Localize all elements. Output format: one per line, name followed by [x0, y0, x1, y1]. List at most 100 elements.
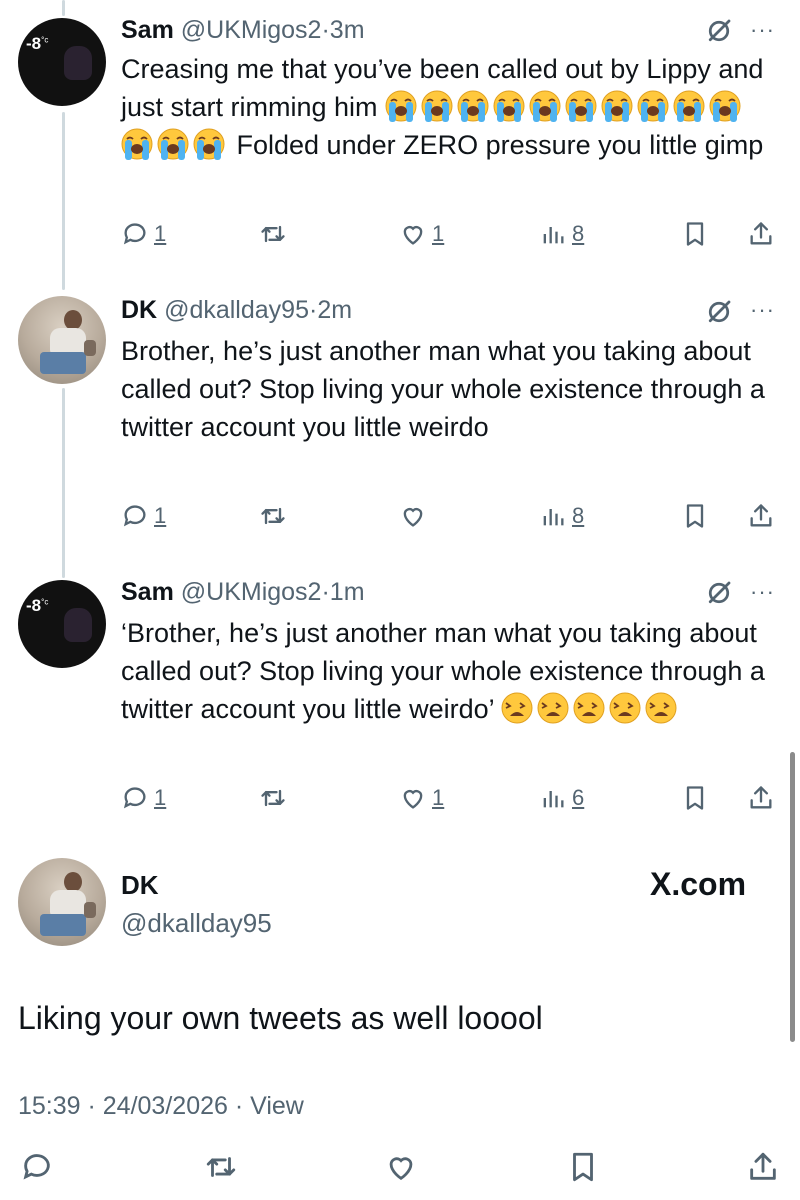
retweet-button[interactable]	[259, 498, 287, 534]
loudly-crying-face-emoji	[709, 90, 741, 122]
views-button[interactable]: 8	[539, 216, 584, 252]
bookmark-button[interactable]	[566, 1150, 600, 1184]
views-icon	[543, 509, 564, 526]
tweet-actions: 1 8	[121, 498, 781, 534]
share-icon	[750, 504, 772, 527]
share-icon	[750, 222, 772, 245]
retweet-button[interactable]	[259, 780, 287, 816]
share-button[interactable]	[747, 216, 775, 252]
loudly-crying-face-emoji	[385, 90, 417, 122]
like-button[interactable]: 1	[399, 216, 444, 252]
display-name[interactable]: Sam	[121, 578, 174, 606]
scrollbar[interactable]	[790, 752, 795, 1042]
timestamp[interactable]: 2m	[317, 296, 352, 324]
grok-icon[interactable]	[704, 578, 734, 608]
avatar[interactable]: -8°c	[18, 580, 106, 668]
loudly-crying-face-emoji	[637, 90, 669, 122]
loudly-crying-face-emoji	[493, 90, 525, 122]
like-button[interactable]	[399, 498, 427, 534]
retweet-icon	[261, 225, 285, 243]
loudly-crying-face-emoji	[421, 90, 453, 122]
avatar[interactable]	[18, 296, 106, 384]
loudly-crying-face-emoji	[565, 90, 597, 122]
views-count: 8	[572, 503, 585, 528]
tweet-header: Sam @UKMigos2·3m	[121, 16, 365, 44]
loudly-crying-face-emoji	[601, 90, 633, 122]
like-count: 1	[432, 221, 445, 246]
reply-icon	[123, 505, 146, 527]
retweet-icon	[206, 1157, 236, 1177]
display-name[interactable]: DK	[121, 870, 159, 901]
tweet-text: Brother, he’s just another man what you …	[121, 336, 765, 442]
grok-icon[interactable]	[704, 16, 734, 46]
avatar[interactable]	[18, 858, 106, 946]
loudly-crying-face-emoji	[157, 128, 189, 160]
retweet-button[interactable]	[259, 216, 287, 252]
weary-face-emoji	[645, 692, 677, 724]
reply-count: 1	[154, 785, 167, 810]
loudly-crying-face-emoji	[529, 90, 561, 122]
retweet-icon	[261, 789, 285, 807]
user-handle[interactable]: @dkallday95	[164, 296, 309, 324]
like-icon	[389, 1157, 413, 1181]
retweet-icon	[261, 507, 285, 525]
more-icon[interactable]: ···	[750, 19, 775, 41]
timestamp[interactable]: 1m	[330, 578, 365, 606]
more-icon[interactable]: ···	[750, 299, 775, 321]
share-icon	[750, 1152, 776, 1180]
tweet-text: Creasing me that you’ve been called out …	[121, 54, 764, 160]
bookmark-button[interactable]	[681, 216, 709, 252]
more-icon[interactable]: ···	[750, 581, 775, 603]
thread-line	[62, 112, 65, 290]
bookmark-icon	[573, 1152, 593, 1182]
reply-icon	[23, 1154, 50, 1180]
display-name[interactable]: Sam	[121, 16, 174, 44]
reply-icon	[123, 787, 146, 809]
display-name[interactable]: DK	[121, 296, 157, 324]
loudly-crying-face-emoji	[193, 128, 225, 160]
retweet-button[interactable]	[204, 1150, 238, 1184]
share-icon	[750, 786, 772, 809]
bookmark-icon	[686, 222, 704, 246]
user-handle[interactable]: @UKMigos2	[181, 578, 322, 606]
reply-count: 1	[154, 221, 167, 246]
like-count: 1	[432, 785, 445, 810]
reply-button[interactable]: 1	[121, 498, 166, 534]
tweet-actions: 1 1 6	[121, 780, 781, 816]
weary-face-emoji	[609, 692, 641, 724]
views-button[interactable]: 8	[539, 498, 584, 534]
reply-button[interactable]: 1	[121, 216, 166, 252]
timestamp[interactable]: 3m	[330, 16, 365, 44]
reply-count: 1	[154, 503, 167, 528]
views-button[interactable]: 6	[539, 780, 584, 816]
loudly-crying-face-emoji	[673, 90, 705, 122]
reply-button[interactable]: 1	[121, 780, 166, 816]
reply-icon	[123, 223, 146, 245]
like-button[interactable]: 1	[399, 780, 444, 816]
bookmark-button[interactable]	[681, 498, 709, 534]
tweet-text: Liking your own tweets as well looool	[18, 1000, 543, 1036]
weary-face-emoji	[501, 692, 533, 724]
like-icon	[403, 508, 423, 527]
bookmark-icon	[686, 504, 704, 528]
grok-icon[interactable]	[704, 297, 734, 327]
like-icon	[403, 790, 423, 809]
bookmark-button[interactable]	[681, 780, 709, 816]
share-button[interactable]	[747, 780, 775, 816]
reply-button[interactable]	[20, 1150, 54, 1184]
user-handle[interactable]: @dkallday95	[121, 908, 272, 939]
views-count: 8	[572, 221, 585, 246]
tweet-text: ‘Brother, he’s just another man what you…	[121, 618, 765, 724]
share-button[interactable]	[747, 498, 775, 534]
like-button[interactable]	[384, 1150, 418, 1184]
weary-face-emoji	[537, 692, 569, 724]
share-button[interactable]	[746, 1150, 780, 1184]
thread-line	[62, 388, 65, 578]
views-icon	[543, 227, 564, 244]
views-count: 6	[572, 785, 585, 810]
avatar[interactable]: -8°c	[18, 18, 106, 106]
tweet-timestamp[interactable]: 15:39 · 24/03/2026 · View	[18, 1092, 304, 1121]
user-handle[interactable]: @UKMigos2	[181, 16, 322, 44]
loudly-crying-face-emoji	[457, 90, 489, 122]
weary-face-emoji	[573, 692, 605, 724]
